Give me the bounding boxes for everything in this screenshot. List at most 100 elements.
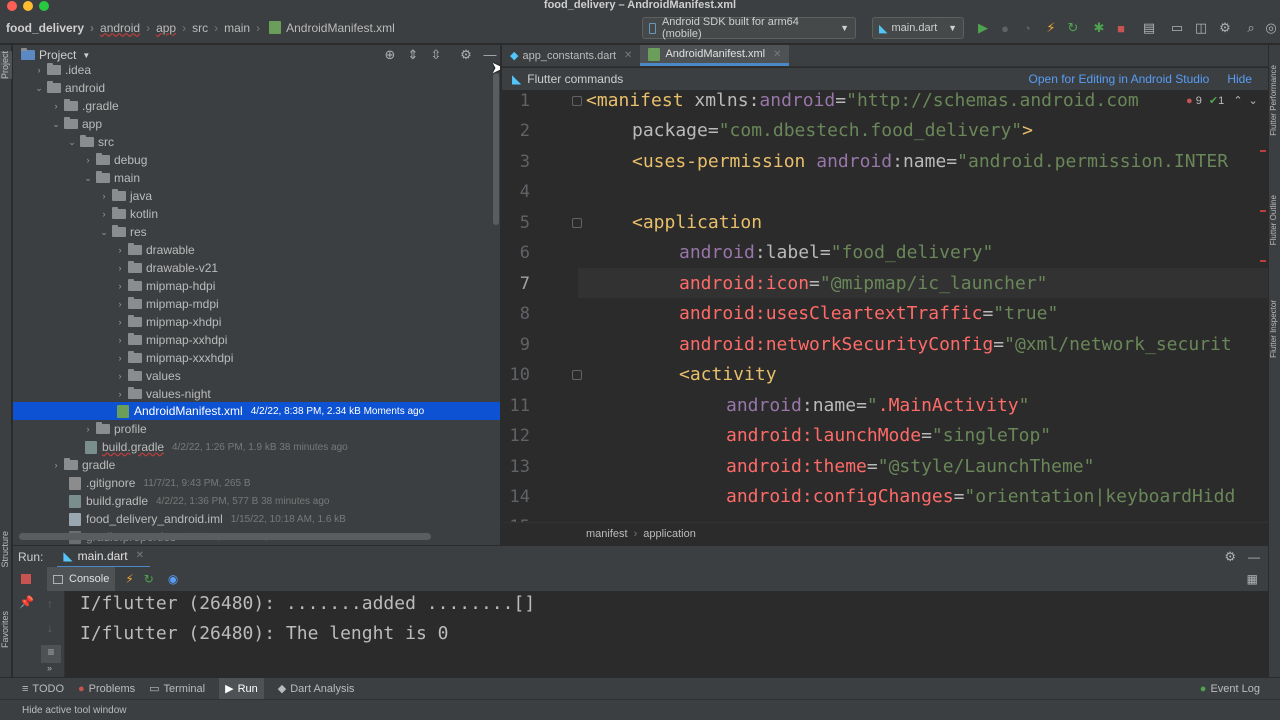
arrow-up-icon[interactable]: ↑ (47, 597, 53, 611)
tree-item-res[interactable]: ⌄ res (13, 223, 500, 241)
flutter-performance-tab[interactable]: Flutter Performance (1269, 65, 1280, 136)
layout-inspector-icon[interactable]: ◫ (1192, 19, 1210, 37)
hot-restart-icon[interactable]: ↻ (144, 572, 154, 586)
tree-item-mipmap-xxxhdpi[interactable]: › mipmap-xxxhdpi (13, 349, 500, 367)
breadcrumb-app[interactable]: app › (150, 21, 186, 35)
settings-icon[interactable]: ⚙ (1216, 19, 1234, 37)
inspection-widget[interactable]: ● 9 ✔1 ⌃ ⌄ (1182, 94, 1262, 107)
chevron-down-icon[interactable]: ⌄ (1249, 95, 1258, 107)
breadcrumb-android[interactable]: android › (94, 21, 150, 35)
close-tab-icon[interactable]: ✕ (773, 49, 781, 60)
tree-item-mipmap-hdpi[interactable]: › mipmap-hdpi (13, 277, 500, 295)
flutter-inspector-tab[interactable]: Flutter Inspector (1269, 300, 1280, 358)
terminal-tab[interactable]: ▭ Terminal (149, 682, 205, 696)
breadcrumb-main[interactable]: main › (218, 21, 260, 35)
tree-item-java[interactable]: › java (13, 187, 500, 205)
project-view-selector[interactable]: Project (39, 48, 76, 62)
tree-item-android-manifest[interactable]: AndroidManifest.xml 4/2/22, 8:38 PM, 2.34… (13, 402, 500, 420)
minimize-window-button[interactable] (23, 1, 33, 11)
device-selector[interactable]: Android SDK built for arm64 (mobile) ▼ (642, 16, 856, 40)
profile-icon[interactable]: ◔ (1018, 19, 1036, 37)
breadcrumb-manifest-tag[interactable]: manifest (586, 528, 628, 540)
zoom-window-button[interactable] (39, 1, 49, 11)
tree-item-app-build-gradle[interactable]: build.gradle 4/2/22, 1:26 PM, 1.9 kB 38 m… (13, 438, 500, 456)
close-tab-icon[interactable]: ✕ (136, 550, 144, 561)
tree-item-iml[interactable]: food_delivery_android.iml 1/15/22, 10:18 … (13, 510, 500, 528)
tree-item-gradle-dir[interactable]: › .gradle (13, 97, 500, 115)
project-tool-tab[interactable]: Project (0, 51, 12, 80)
more-icon[interactable]: » (47, 663, 52, 673)
flutter-outline-tab[interactable]: Flutter Outline (1269, 195, 1280, 245)
hide-banner-link[interactable]: Hide (1227, 72, 1252, 86)
open-in-android-studio-link[interactable]: Open for Editing in Android Studio (1029, 72, 1210, 86)
soft-wrap-icon[interactable]: ≡ (41, 645, 61, 663)
breadcrumb-src[interactable]: src › (186, 21, 218, 35)
tree-item-mipmap-xhdpi[interactable]: › mipmap-xhdpi (13, 313, 500, 331)
tree-item-src[interactable]: ⌄ src (13, 133, 500, 151)
tree-item-drawable[interactable]: › drawable (13, 241, 500, 259)
chevron-down-icon[interactable]: ▼ (82, 51, 90, 60)
dart-analysis-tab[interactable]: ◆ Dart Analysis (278, 682, 355, 696)
phone-icon (649, 22, 656, 34)
update-icon[interactable]: ◎ (1262, 19, 1280, 37)
close-window-button[interactable] (7, 1, 17, 11)
breadcrumb-project[interactable]: food_delivery › (0, 21, 94, 35)
hot-restart-icon[interactable]: ↻ (1064, 19, 1082, 37)
fold-icon[interactable] (572, 370, 582, 380)
fold-icon[interactable] (572, 96, 582, 106)
attach-debugger-icon[interactable]: ✱ (1090, 19, 1108, 37)
console-output[interactable]: I/flutter (26480): .......added ........… (65, 591, 1268, 677)
tree-item-mipmap-mdpi[interactable]: › mipmap-mdpi (13, 295, 500, 313)
run-config-selector[interactable]: ◣ main.dart ▼ (872, 17, 964, 39)
hot-reload-icon[interactable]: ⚡ (125, 572, 133, 586)
tree-item-kotlin[interactable]: › kotlin (13, 205, 500, 223)
layout-icon[interactable]: ▦ (1247, 572, 1258, 586)
pin-icon[interactable]: 📌 (19, 595, 34, 609)
close-tab-icon[interactable]: ✕ (624, 50, 632, 61)
tree-item-values[interactable]: › values (13, 367, 500, 385)
gear-icon[interactable]: ⚙ (1224, 549, 1236, 565)
arrow-down-icon[interactable]: ↓ (47, 621, 53, 635)
chevron-right-icon: › (118, 281, 122, 291)
breadcrumb-manifest[interactable]: AndroidManifest.xml (260, 21, 395, 35)
horizontal-scrollbar[interactable] (19, 533, 431, 540)
problems-tab[interactable]: ● Problems (78, 683, 135, 695)
code-editor[interactable]: ● 9 ✔1 ⌃ ⌄ 1 2 3 4 5 6 7 8 9 10 11 12 13 … (502, 90, 1268, 522)
favorites-tool-tab[interactable]: Favorites (0, 611, 12, 648)
console-tab[interactable]: Console (47, 567, 116, 591)
tree-item-gitignore[interactable]: .gitignore 11/7/21, 9:43 PM, 265 B (13, 474, 500, 492)
todo-tab[interactable]: ≡ TODO (22, 683, 64, 695)
search-icon[interactable]: ⌕ (1242, 19, 1260, 37)
event-log-tab[interactable]: ● Event Log (1200, 683, 1260, 695)
tree-item-gradle[interactable]: › gradle (13, 456, 500, 474)
run-tab[interactable]: ◣ main.dart ✕ (57, 546, 151, 568)
devtools-icon[interactable]: ◉ (168, 572, 178, 586)
run-tool-tab[interactable]: ▶ Run (219, 677, 264, 700)
tree-item-mipmap-xxhdpi[interactable]: › mipmap-xxhdpi (13, 331, 500, 349)
sdk-manager-icon[interactable]: ▤ (1140, 19, 1158, 37)
hide-panel-icon[interactable]: — (1248, 550, 1260, 564)
tree-item-drawable-v21[interactable]: › drawable-v21 (13, 259, 500, 277)
tree-item-android[interactable]: ⌄ android (13, 79, 500, 97)
breadcrumb-application-tag[interactable]: application (643, 528, 696, 540)
stop-icon[interactable] (21, 574, 31, 584)
tab-app-constants[interactable]: ◆ app_constants.dart ✕ (502, 45, 640, 66)
device-manager-icon[interactable]: ▭ (1168, 19, 1186, 37)
tree-item-main[interactable]: ⌄ main (13, 169, 500, 187)
tree-item-debug[interactable]: › debug (13, 151, 500, 169)
chevron-up-icon[interactable]: ⌃ (1233, 95, 1242, 107)
stop-icon[interactable]: ■ (1112, 19, 1130, 37)
error-stripe[interactable] (1258, 120, 1266, 520)
fold-icon[interactable] (572, 218, 582, 228)
run-icon[interactable]: ▶ (974, 19, 992, 37)
tree-item-values-night[interactable]: › values-night (13, 385, 500, 403)
tree-item-idea[interactable]: › .idea (13, 61, 500, 79)
tab-android-manifest[interactable]: AndroidManifest.xml ✕ (640, 45, 790, 66)
tree-item-profile[interactable]: › profile (13, 420, 500, 438)
hot-reload-icon[interactable]: ⚡ (1042, 19, 1060, 37)
tree-item-app[interactable]: ⌄ app (13, 115, 500, 133)
structure-tool-tab[interactable]: Structure (0, 531, 12, 568)
tree-item-build-gradle[interactable]: build.gradle 4/2/22, 1:36 PM, 577 B 38 mi… (13, 492, 500, 510)
debug-icon[interactable]: ● (996, 19, 1014, 37)
vertical-scrollbar[interactable] (493, 73, 499, 225)
